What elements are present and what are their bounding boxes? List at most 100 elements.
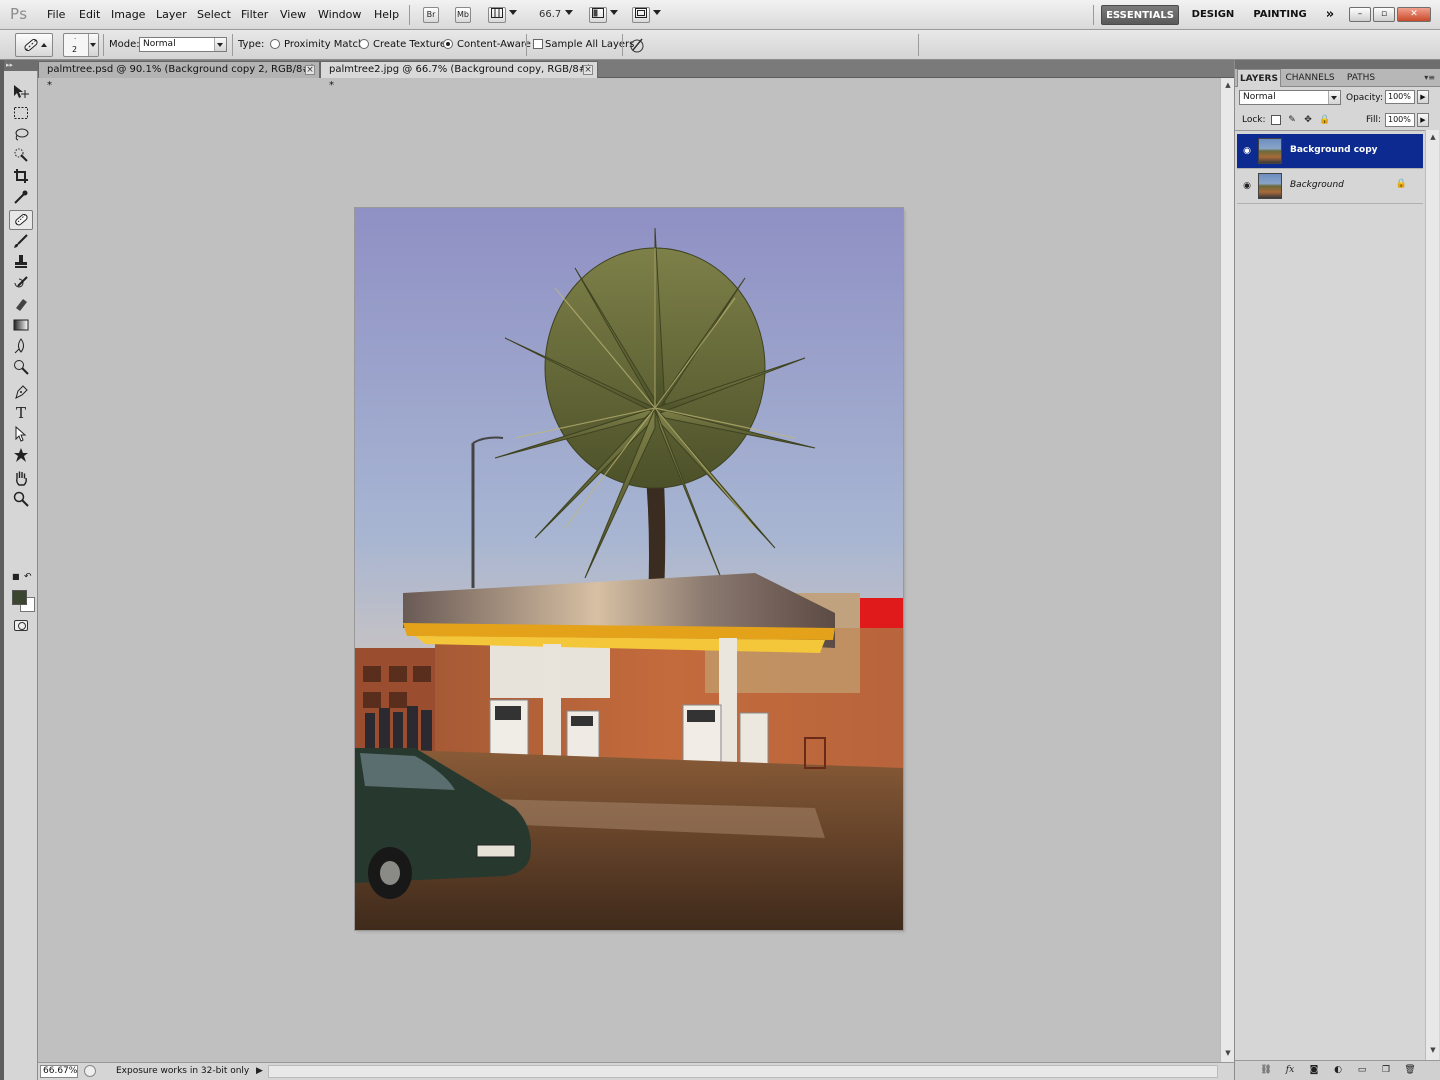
zoom-tool-icon[interactable] — [9, 489, 33, 509]
scroll-down-icon[interactable]: ▼ — [1428, 1045, 1438, 1055]
create-texture-label[interactable]: Create Texture — [373, 39, 446, 50]
zoom-level-readout[interactable]: 66.7 — [539, 9, 561, 20]
lasso-tool-icon[interactable] — [9, 124, 33, 144]
lock-all-icon[interactable]: 🔒 — [1319, 115, 1330, 125]
fill-field[interactable]: 100% — [1385, 113, 1415, 127]
menu-view[interactable]: View — [280, 8, 306, 21]
add-layer-mask-icon[interactable]: ◙ — [1307, 1064, 1321, 1077]
toolbar-collapse-grip[interactable]: ▸▸ — [4, 60, 38, 71]
default-colors-icon[interactable]: ■ — [12, 572, 20, 581]
screen-mode-button[interactable] — [632, 7, 650, 23]
custom-shape-tool-icon[interactable] — [9, 445, 33, 465]
brush-size-picker[interactable]: · 2 — [63, 33, 99, 57]
restore-window-button[interactable]: ▫ — [1373, 7, 1395, 22]
fill-slider-arrow-icon[interactable]: ▶ — [1417, 113, 1429, 127]
canvas-horizontal-scrollbar[interactable] — [268, 1065, 1218, 1078]
path-selection-tool-icon[interactable] — [9, 424, 33, 444]
menu-image[interactable]: Image — [111, 8, 145, 21]
brush-tool-icon[interactable] — [9, 231, 33, 251]
workspace-essentials-button[interactable]: ESSENTIALS — [1101, 5, 1179, 25]
screen-mode-dropdown-icon[interactable] — [653, 10, 661, 15]
close-icon[interactable]: × — [305, 65, 315, 75]
tab-channels[interactable]: CHANNELS — [1283, 69, 1337, 87]
arrange-dropdown-icon[interactable] — [610, 10, 618, 15]
layer-name[interactable]: Background copy — [1290, 145, 1378, 155]
opacity-slider-arrow-icon[interactable]: ▶ — [1417, 90, 1429, 104]
quick-selection-tool-icon[interactable] — [9, 145, 33, 165]
adjustment-layer-icon[interactable]: ◐ — [1331, 1064, 1345, 1077]
lock-transparent-pixels-icon[interactable] — [1271, 115, 1281, 125]
pen-tool-icon[interactable] — [9, 382, 33, 402]
eraser-tool-icon[interactable] — [9, 294, 33, 314]
view-extras-dropdown-icon[interactable] — [509, 10, 517, 15]
new-group-folder-icon[interactable]: ▭ — [1355, 1064, 1369, 1077]
content-aware-radio[interactable] — [443, 39, 453, 49]
panel-dock-strip[interactable] — [1235, 60, 1440, 69]
type-tool-icon[interactable]: T — [9, 403, 33, 423]
dodge-tool-icon[interactable] — [9, 357, 33, 377]
pressure-size-button[interactable] — [628, 36, 646, 54]
crop-tool-icon[interactable] — [9, 166, 33, 186]
layer-row-background-copy[interactable]: ◉ Background copy — [1237, 134, 1423, 169]
marquee-tool-icon[interactable] — [9, 103, 33, 123]
menu-file[interactable]: File — [47, 8, 65, 21]
arrange-documents-button[interactable] — [589, 7, 607, 23]
document-tab-palmtree2-jpg[interactable]: palmtree2.jpg @ 66.7% (Background copy, … — [320, 61, 598, 91]
mode-select[interactable]: Normal — [139, 37, 227, 52]
panel-menu-icon[interactable]: ▾≡ — [1424, 73, 1435, 82]
blur-tool-icon[interactable] — [9, 336, 33, 356]
more-workspaces-button[interactable]: » — [1320, 5, 1340, 25]
layer-name[interactable]: Background — [1290, 180, 1344, 190]
tab-layers[interactable]: LAYERS — [1237, 69, 1281, 87]
close-icon[interactable]: × — [583, 65, 593, 75]
create-texture-radio[interactable] — [359, 39, 369, 49]
workspace-design-button[interactable]: DESIGN — [1186, 5, 1240, 25]
opacity-field[interactable]: 100% — [1385, 90, 1415, 104]
tab-paths[interactable]: PATHS — [1341, 69, 1381, 87]
lock-position-icon[interactable]: ✥ — [1303, 115, 1313, 125]
link-layers-icon[interactable]: ⛓ — [1259, 1064, 1273, 1077]
menu-layer[interactable]: Layer — [156, 8, 187, 21]
minimize-window-button[interactable]: – — [1349, 7, 1371, 22]
foreground-color-swatch[interactable] — [12, 590, 27, 605]
document-tab-palmtree-psd[interactable]: palmtree.psd @ 90.1% (Background copy 2,… — [38, 61, 320, 91]
scroll-down-icon[interactable]: ▼ — [1223, 1048, 1233, 1058]
swap-colors-icon[interactable]: ↶ — [24, 572, 32, 582]
close-window-button[interactable]: ✕ — [1397, 7, 1431, 22]
launch-bridge-button[interactable]: Br — [423, 7, 439, 23]
eyedropper-tool-icon[interactable] — [9, 187, 33, 207]
proximity-match-radio[interactable] — [270, 39, 280, 49]
gradient-tool-icon[interactable] — [9, 315, 33, 335]
tool-preset-picker[interactable] — [15, 33, 53, 57]
view-extras-button[interactable] — [488, 7, 506, 23]
scroll-up-icon[interactable]: ▲ — [1223, 80, 1233, 90]
spot-healing-brush-tool-icon[interactable] — [9, 210, 33, 230]
sample-all-layers-checkbox[interactable] — [533, 39, 543, 49]
zoom-dropdown-icon[interactable] — [565, 10, 573, 15]
history-brush-tool-icon[interactable] — [9, 273, 33, 293]
visibility-eye-icon[interactable]: ◉ — [1241, 145, 1253, 157]
launch-mini-bridge-button[interactable]: Mb — [455, 7, 471, 23]
layers-vertical-scrollbar[interactable]: ▲ ▼ — [1425, 130, 1439, 1060]
menu-select[interactable]: Select — [197, 8, 231, 21]
blend-mode-select[interactable]: Normal — [1239, 90, 1341, 105]
menu-filter[interactable]: Filter — [241, 8, 268, 21]
quick-mask-icon[interactable] — [14, 620, 28, 631]
zoom-percent-field[interactable]: 66.67% — [40, 1065, 78, 1078]
status-info-icon[interactable] — [84, 1065, 96, 1077]
canvas-vertical-scrollbar[interactable]: ▲ ▼ — [1220, 78, 1234, 1062]
image-canvas[interactable] — [355, 208, 903, 930]
delete-layer-trash-icon[interactable]: 🗑 — [1403, 1064, 1417, 1077]
hand-tool-icon[interactable] — [9, 468, 33, 488]
clone-stamp-tool-icon[interactable] — [9, 252, 33, 272]
layer-row-background[interactable]: ◉ Background 🔒 — [1237, 169, 1423, 204]
layer-style-fx-icon[interactable]: fx — [1283, 1064, 1297, 1077]
sample-all-layers-label[interactable]: Sample All Layers — [545, 39, 634, 50]
lock-image-pixels-icon[interactable]: ✎ — [1287, 115, 1297, 125]
menu-help[interactable]: Help — [374, 8, 399, 21]
content-aware-label[interactable]: Content-Aware — [457, 39, 531, 50]
brush-picker-dropdown[interactable] — [88, 34, 98, 56]
new-layer-icon[interactable]: ❐ — [1379, 1064, 1393, 1077]
status-menu-arrow-icon[interactable]: ▶ — [256, 1066, 263, 1076]
menu-edit[interactable]: Edit — [79, 8, 100, 21]
